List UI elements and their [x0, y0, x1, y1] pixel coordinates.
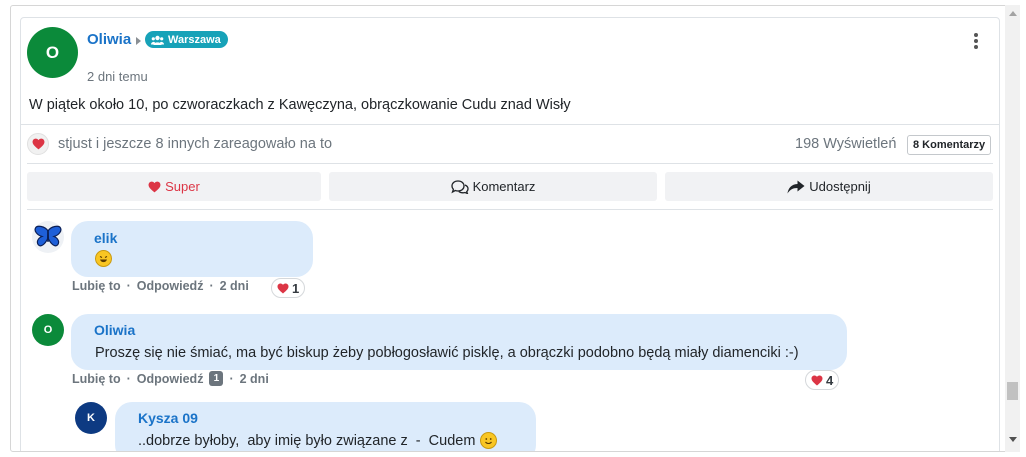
comment-likes-badge[interactable]: 4 — [805, 370, 840, 390]
comment-timestamp[interactable]: 2 dni — [220, 279, 249, 293]
divider — [21, 124, 999, 125]
comment-meta: Lubię to · Odpowiedź · 2 dni — [72, 279, 249, 293]
reply-text: ..dobrze byłoby, aby imię było związane … — [138, 432, 476, 449]
heart-icon — [811, 375, 823, 385]
replies-count-badge[interactable]: 1 — [209, 371, 224, 386]
divider — [27, 209, 993, 210]
laughing-emoji-icon — [95, 250, 112, 267]
butterfly-icon — [34, 225, 62, 247]
comment-author-link[interactable]: Oliwia — [94, 322, 135, 338]
scrollbar[interactable] — [1005, 5, 1020, 452]
feed-container: O Oliwia Warszawa 2 dni temu W piątek ok… — [10, 5, 1018, 452]
comment-timestamp[interactable]: 2 dni — [240, 372, 269, 386]
super-label: Super — [165, 179, 200, 194]
share-icon — [787, 180, 805, 193]
comment-text: Proszę się nie śmiać, ma być biskup żeby… — [95, 345, 799, 361]
group-name: Warszawa — [168, 33, 221, 46]
views-count: 198 Wyświetleń — [795, 136, 897, 152]
smiley-emoji-icon — [480, 432, 498, 449]
heart-icon — [148, 181, 161, 192]
avatar[interactable]: O — [32, 314, 64, 346]
comment-bubble — [71, 314, 847, 370]
group-badge[interactable]: Warszawa — [145, 31, 228, 48]
caret-right-icon — [136, 37, 141, 45]
post-body: W piątek około 10, po czworaczkach z Kaw… — [29, 97, 571, 113]
share-button[interactable]: Udostępnij — [665, 172, 993, 201]
comment-text: ..dobrze byłoby, aby imię było związane … — [138, 432, 498, 449]
reactions-summary[interactable]: stjust i jeszcze 8 innych zareagowało na… — [58, 136, 332, 152]
like-link[interactable]: Lubię to — [72, 279, 121, 293]
comment-button[interactable]: Komentarz — [329, 172, 657, 201]
avatar[interactable] — [32, 221, 64, 253]
post-card: O Oliwia Warszawa 2 dni temu W piątek ok… — [20, 17, 1000, 451]
comments-count-button[interactable]: 8 Komentarzy — [907, 135, 992, 155]
likes-count: 4 — [826, 372, 834, 388]
more-options-icon[interactable] — [969, 31, 983, 51]
users-icon — [151, 35, 164, 45]
comment-label: Komentarz — [472, 179, 536, 194]
comment-text — [95, 250, 112, 269]
post-timestamp[interactable]: 2 dni temu — [87, 69, 148, 84]
share-label: Udostępnij — [809, 179, 871, 194]
avatar[interactable]: O — [27, 27, 78, 78]
comment-meta: Lubię to · Odpowiedź 1 · 2 dni — [72, 371, 269, 386]
avatar[interactable]: K — [75, 402, 107, 434]
heart-icon — [277, 283, 289, 293]
comment-author-link[interactable]: elik — [94, 230, 117, 246]
super-reaction-button[interactable]: Super — [27, 172, 321, 201]
comment-author-link[interactable]: Kysza 09 — [138, 410, 198, 426]
reply-link[interactable]: Odpowiedź — [137, 372, 204, 386]
like-link[interactable]: Lubię to — [72, 372, 121, 386]
heart-reaction-icon[interactable] — [27, 133, 49, 155]
scrollbar-thumb[interactable] — [1007, 382, 1018, 400]
post-author-link[interactable]: Oliwia — [87, 31, 131, 48]
divider — [27, 163, 993, 164]
likes-count: 1 — [292, 280, 300, 296]
scroll-down-arrow-icon[interactable] — [1009, 437, 1017, 442]
scroll-up-arrow-icon[interactable] — [1009, 11, 1017, 16]
reply-link[interactable]: Odpowiedź — [137, 279, 204, 293]
comment-likes-badge[interactable]: 1 — [271, 278, 306, 298]
comments-icon — [450, 179, 469, 194]
